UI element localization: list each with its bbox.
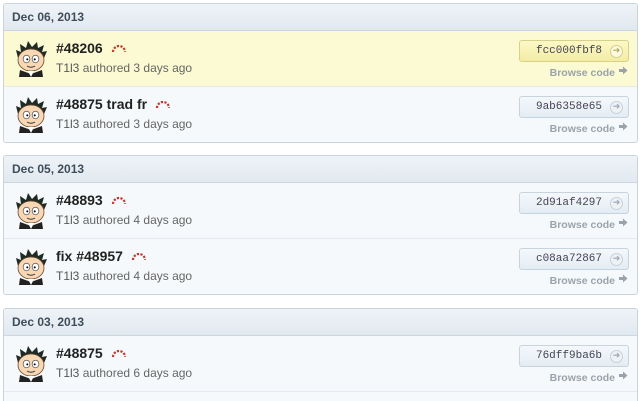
browse-code-label: Browse code [549,275,615,287]
circle-arrow-icon: ➜ [610,253,623,266]
avatar[interactable] [14,41,48,77]
commit-row: #48206 T1l3 authored 3 days ago fcc000fb… [4,31,637,86]
commit-author[interactable]: T1l3 [56,117,79,131]
build-status-icon[interactable] [111,192,127,208]
commit-group: Dec 05, 2013 #48893 T1l3 authored 4 days… [3,155,638,295]
browse-code-label: Browse code [549,219,615,231]
commit-sha-button[interactable]: c08aa72867 ➜ [519,248,629,270]
commit-sha: 9ab6358e65 [535,101,602,113]
commit-sha: 76dff9ba6b [535,350,602,362]
commit-author[interactable]: T1l3 [56,61,79,75]
commit-message-link[interactable]: fix #48957 [56,248,123,264]
commit-message-link[interactable]: #48893 [56,192,103,208]
commit-group-date: Dec 05, 2013 [4,156,637,183]
commit-author[interactable]: T1l3 [56,213,79,227]
commit-sha: 2d91af4297 [535,197,602,209]
commit-sha-button[interactable]: 9ab6358e65 ➜ [519,96,629,118]
browse-code-link[interactable]: Browse code [549,218,628,231]
commit-row: #48875 T1l3 authored 6 days ago 76dff9ba… [4,336,637,391]
commit-group-date: Dec 03, 2013 [4,309,637,336]
commit-sha: fcc000fbf8 [535,45,602,57]
commit-group-date: Dec 06, 2013 [4,4,637,31]
circle-arrow-icon: ➜ [610,350,623,363]
build-status-icon[interactable] [131,248,147,264]
browse-code-link[interactable]: Browse code [549,122,628,135]
avatar[interactable] [14,249,48,285]
browse-code-label: Browse code [549,123,615,135]
build-status-icon[interactable] [111,345,127,361]
build-status-icon[interactable] [111,40,127,56]
commit-time: authored 4 days ago [82,269,193,283]
build-status-icon[interactable] [155,96,171,112]
commit-sha-button[interactable]: 76dff9ba6b ➜ [519,345,629,367]
commit-time: authored 3 days ago [82,117,193,131]
commit-row: #48893 T1l3 authored 4 days ago 2d91af42… [4,183,637,238]
browse-code-link[interactable]: Browse code [549,371,628,384]
commit-sha: c08aa72867 [535,253,602,265]
avatar[interactable] [14,193,48,229]
commit-group: Dec 03, 2013 #48875 T1l3 authored 6 days… [3,308,638,401]
arrow-right-icon [619,66,628,78]
commit-time: authored 6 days ago [82,366,193,380]
commit-row: #48875 trad fr T1l3 authored 3 days ago … [4,86,637,142]
circle-arrow-icon: ➜ [610,101,623,114]
avatar[interactable] [14,346,48,382]
circle-arrow-icon: ➜ [610,45,623,58]
commit-time: authored 3 days ago [82,61,193,75]
commit-sha-button[interactable]: fcc000fbf8 ➜ [519,40,629,62]
browse-code-label: Browse code [549,372,615,384]
arrow-right-icon [619,274,628,286]
commit-group: Dec 06, 2013 #48206 T1l3 authored 3 days… [3,3,638,143]
circle-arrow-icon: ➜ [610,197,623,210]
browse-code-label: Browse code [549,67,615,79]
browse-code-link[interactable]: Browse code [549,66,628,79]
arrow-right-icon [619,218,628,230]
avatar[interactable] [14,97,48,133]
commit-author[interactable]: T1l3 [56,366,79,380]
commit-message-link[interactable]: #48875 [56,345,103,361]
commit-message-link[interactable]: #48206 [56,40,103,56]
commit-time: authored 4 days ago [82,213,193,227]
arrow-right-icon [619,122,628,134]
commit-message-link[interactable]: #48875 trad fr [56,96,147,112]
browse-code-link[interactable]: Browse code [549,274,628,287]
commit-row: fix #48957 T1l3 authored 4 days ago c08a… [4,238,637,294]
arrow-right-icon [619,371,628,383]
commit-author[interactable]: T1l3 [56,269,79,283]
commit-sha-button[interactable]: 2d91af4297 ➜ [519,192,629,214]
